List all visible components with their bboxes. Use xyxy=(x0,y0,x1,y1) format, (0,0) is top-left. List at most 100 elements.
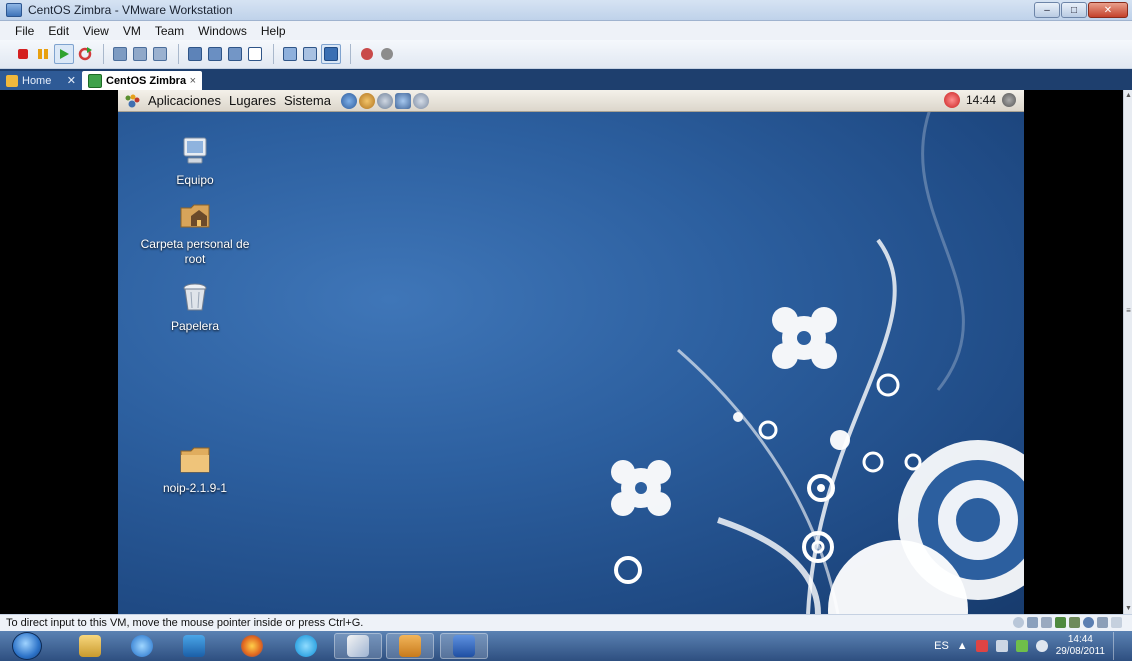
suspend-button[interactable] xyxy=(34,45,52,63)
taskbar-skype[interactable] xyxy=(282,633,330,659)
system-tray: ES ▲ 14:44 29/08/2011 xyxy=(934,631,1124,661)
reset-icon xyxy=(78,47,92,61)
desktop-icon-papelera[interactable]: Papelera xyxy=(130,282,260,334)
menu-view[interactable]: View xyxy=(76,24,116,38)
explorer-icon xyxy=(79,635,101,657)
desktop-icon-label: noip-2.1.9-1 xyxy=(162,481,228,495)
sound-icon[interactable] xyxy=(1083,617,1094,628)
menu-team[interactable]: Team xyxy=(148,24,191,38)
fit-guest-button[interactable] xyxy=(321,44,341,64)
tab-centos-zimbra-close-button[interactable]: × xyxy=(190,75,196,87)
tab-centos-zimbra-label: CentOS Zimbra xyxy=(106,74,187,87)
fullscreen-button[interactable] xyxy=(226,45,244,63)
mail-launcher-icon[interactable] xyxy=(358,92,375,109)
taskbar-clock[interactable]: 14:44 29/08/2011 xyxy=(1056,634,1105,658)
taskbar-paint[interactable] xyxy=(334,633,382,659)
volume-tray-icon[interactable] xyxy=(1035,640,1048,652)
hard-disk-icon[interactable] xyxy=(1027,617,1038,628)
stop-icon xyxy=(18,49,28,59)
unity-button[interactable] xyxy=(246,45,264,63)
unity-icon xyxy=(248,47,262,61)
guest-desktop[interactable]: Aplicaciones Lugares Sistema 14:44 Equip… xyxy=(118,90,1024,614)
snapshot-button[interactable] xyxy=(111,45,129,63)
menu-bar: File Edit View VM Team Windows Help xyxy=(0,21,1132,40)
update-notifier-icon[interactable] xyxy=(943,92,960,108)
start-button[interactable] xyxy=(12,632,42,660)
snapshot-manager-button[interactable] xyxy=(151,45,169,63)
taskbar-vmware[interactable] xyxy=(386,633,434,659)
message-log-icon[interactable] xyxy=(1111,617,1122,628)
action-center-icon[interactable] xyxy=(975,640,988,652)
desktop-icon-carpeta-personal[interactable]: Carpeta personal de root xyxy=(130,200,260,267)
vm-icon xyxy=(88,73,102,88)
menu-vm[interactable]: VM xyxy=(116,24,148,38)
taskbar-firefox[interactable] xyxy=(228,633,276,659)
panel-clock[interactable]: 14:44 xyxy=(966,93,996,107)
scroll-down-icon[interactable]: ▼ xyxy=(1124,605,1132,612)
outlook-icon xyxy=(183,635,205,657)
usb-icon[interactable] xyxy=(1069,617,1080,628)
network-icon[interactable] xyxy=(1055,617,1066,628)
power-on-button[interactable] xyxy=(54,44,74,64)
record-button[interactable] xyxy=(358,45,376,63)
office-launcher-icon[interactable] xyxy=(394,92,411,109)
taskbar-outlook[interactable] xyxy=(170,633,218,659)
internet-explorer-icon xyxy=(131,635,153,657)
toolbar xyxy=(0,40,1132,69)
menu-edit[interactable]: Edit xyxy=(41,24,76,38)
play-icon xyxy=(60,49,69,59)
title-bar: CentOS Zimbra - VMware Workstation – □ ✕ xyxy=(0,0,1132,21)
console-view-button[interactable] xyxy=(281,45,299,63)
pause-icon xyxy=(38,49,48,59)
taskbar-explorer[interactable] xyxy=(66,633,114,659)
gnome-foot-icon xyxy=(125,94,140,107)
tab-home-label: Home xyxy=(22,74,52,87)
network-signal-icon[interactable] xyxy=(1015,640,1028,652)
reset-button[interactable] xyxy=(76,45,94,63)
floppy-icon[interactable] xyxy=(1041,617,1052,628)
window-title: CentOS Zimbra - VMware Workstation xyxy=(28,3,233,17)
desktop-icon-label: Carpeta personal de root xyxy=(140,237,250,266)
show-sidebar-button[interactable] xyxy=(186,45,204,63)
maximize-button[interactable]: □ xyxy=(1061,2,1087,18)
thumbnail-view-button[interactable] xyxy=(301,45,319,63)
taskbar-ie[interactable] xyxy=(118,633,166,659)
desktop-icon-noip[interactable]: noip-2.1.9-1 xyxy=(130,446,260,496)
home-icon xyxy=(6,74,18,87)
browser-launcher-icon[interactable] xyxy=(340,92,357,109)
tab-home-close-button[interactable]: ✕ xyxy=(67,74,76,87)
device-icon[interactable] xyxy=(995,640,1008,652)
menu-sistema[interactable]: Sistema xyxy=(280,93,335,108)
quick-switch-button[interactable] xyxy=(206,45,224,63)
volume-icon[interactable] xyxy=(1002,93,1016,107)
replay-button[interactable] xyxy=(378,45,396,63)
revert-snapshot-button[interactable] xyxy=(131,45,149,63)
vertical-scrollbar[interactable]: ▲ ≡ ▼ xyxy=(1123,90,1132,614)
tab-centos-zimbra[interactable]: CentOS Zimbra × xyxy=(82,71,202,90)
menu-aplicaciones[interactable]: Aplicaciones xyxy=(144,93,225,108)
clock-date: 29/08/2011 xyxy=(1055,646,1105,657)
printer-icon[interactable] xyxy=(1097,617,1108,628)
menu-file[interactable]: File xyxy=(8,24,41,38)
desktop-icon-equipo[interactable]: Equipo xyxy=(130,136,260,188)
tab-home[interactable]: Home ✕ xyxy=(0,71,82,90)
show-desktop-button[interactable] xyxy=(1113,632,1124,660)
tab-bar: Home ✕ CentOS Zimbra × xyxy=(0,69,1132,90)
power-off-button[interactable] xyxy=(14,45,32,63)
quick-switch-icon xyxy=(208,47,222,61)
scroll-up-icon[interactable]: ▲ xyxy=(1124,92,1132,99)
close-button[interactable]: ✕ xyxy=(1088,2,1128,18)
scroll-grip-icon[interactable]: ≡ xyxy=(1124,306,1132,315)
word-icon xyxy=(453,635,475,657)
minimize-button[interactable]: – xyxy=(1034,2,1060,18)
menu-help[interactable]: Help xyxy=(254,24,293,38)
language-indicator[interactable]: ES xyxy=(934,640,949,652)
notes-launcher-icon[interactable] xyxy=(376,92,393,109)
taskbar-word[interactable] xyxy=(440,633,488,659)
cd-drive-icon[interactable] xyxy=(1013,617,1024,628)
menu-lugares[interactable]: Lugares xyxy=(225,93,280,108)
gnome-top-panel: Aplicaciones Lugares Sistema 14:44 xyxy=(118,90,1024,112)
show-hidden-icons-icon[interactable]: ▲ xyxy=(957,640,968,652)
menu-windows[interactable]: Windows xyxy=(191,24,254,38)
terminal-launcher-icon[interactable] xyxy=(412,92,429,109)
